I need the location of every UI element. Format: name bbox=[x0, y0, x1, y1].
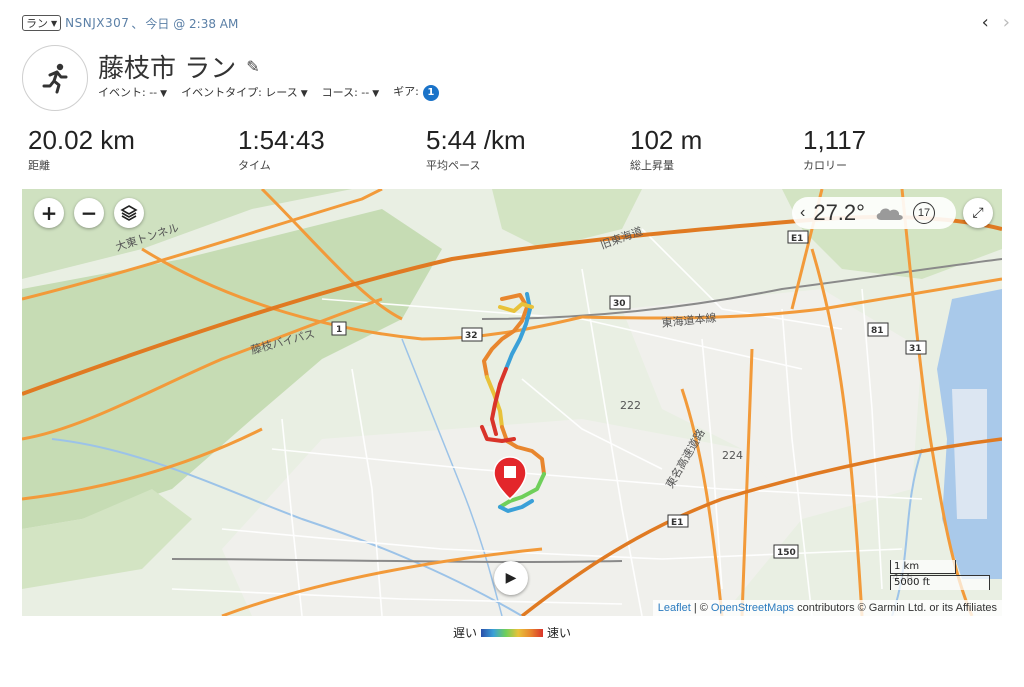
stat-label: タイム bbox=[238, 159, 271, 172]
caret-down-icon: ▼ bbox=[372, 88, 380, 99]
activity-type-select[interactable]: ラン ▼ bbox=[22, 15, 62, 31]
shield-route-150: 150 bbox=[777, 548, 796, 558]
zoom-out-button[interactable]: − bbox=[74, 198, 104, 228]
chevron-right-icon[interactable]: › bbox=[1003, 12, 1010, 33]
shield-route-e1-north: E1 bbox=[791, 234, 803, 244]
chevron-left-icon[interactable]: ‹ bbox=[800, 204, 805, 222]
stat-calories: 1,117 カロリー bbox=[803, 125, 866, 173]
stat-distance: 20.02 km 距離 bbox=[28, 125, 135, 173]
caret-down-icon: ▼ bbox=[300, 88, 308, 99]
activity-meta: イベント: -- ▼ イベントタイプ: レース ▼ コース: -- ▼ ギア: 1 bbox=[98, 83, 439, 101]
stat-label: 距離 bbox=[28, 159, 50, 172]
activity-datetime: 今日 @ 2:38 AM bbox=[145, 16, 239, 31]
activity-type-avatar bbox=[22, 45, 88, 111]
runner-icon bbox=[42, 63, 68, 94]
route-map[interactable]: 大東トンネル 藤枝バイパス 旧東海道 東海道本線 東名高速道路 222 224 … bbox=[22, 189, 1002, 616]
leaflet-link[interactable]: Leaflet bbox=[658, 602, 691, 614]
scale-metric: 1 km bbox=[890, 560, 956, 574]
stat-label: カロリー bbox=[803, 159, 847, 172]
fullscreen-button[interactable]: ⤢ bbox=[963, 198, 993, 228]
gear-field[interactable]: ギア: 1 bbox=[393, 83, 439, 101]
temperature: 27.2° bbox=[813, 200, 865, 225]
event-type-dropdown[interactable]: イベントタイプ: レース ▼ bbox=[181, 84, 308, 100]
activity-breadcrumb: ラン ▼ NSNJX307 、 今日 @ 2:38 AM bbox=[22, 14, 238, 32]
play-icon: ▶ bbox=[505, 570, 517, 586]
gear-count-badge[interactable]: 1 bbox=[422, 84, 439, 101]
osm-link[interactable]: OpenStreetMaps bbox=[711, 602, 794, 614]
stat-elevation-gain: 102 m 総上昇量 bbox=[630, 125, 702, 173]
stat-time: 1:54:43 タイム bbox=[238, 125, 325, 173]
map-scale: 1 km 5000 ft bbox=[890, 560, 990, 590]
scale-imperial: 5000 ft bbox=[890, 575, 990, 590]
shield-route-30: 30 bbox=[613, 299, 626, 309]
stat-value: 1:54:43 bbox=[238, 125, 325, 155]
activity-type-value: ラン bbox=[26, 17, 48, 30]
map-label-222: 222 bbox=[620, 399, 641, 412]
wind-speed-icon: 17 bbox=[912, 202, 935, 224]
map-label-224: 224 bbox=[722, 449, 743, 462]
shield-route-81: 81 bbox=[871, 326, 884, 336]
map-attribution: Leaflet | © OpenStreetMaps contributors … bbox=[652, 600, 1002, 616]
zoom-in-button[interactable]: + bbox=[34, 198, 64, 228]
route-segment bbox=[490, 367, 508, 436]
activity-title: 藤枝市 ラン ✎ bbox=[98, 48, 260, 85]
stat-value: 102 m bbox=[630, 125, 703, 155]
activity-navigation: ‹ › bbox=[982, 12, 1010, 33]
pace-legend: 遅い 速い bbox=[0, 624, 1024, 641]
activity-title-text[interactable]: 藤枝市 ラン bbox=[98, 48, 236, 85]
stat-label: 平均ペース bbox=[426, 159, 481, 172]
shield-route-32: 32 bbox=[465, 331, 478, 341]
shield-route-1: 1 bbox=[336, 325, 342, 335]
shield-route-e1: E1 bbox=[671, 518, 683, 528]
device-name[interactable]: NSNJX307 bbox=[65, 16, 129, 30]
pace-gradient bbox=[481, 628, 543, 637]
course-dropdown[interactable]: コース: -- ▼ bbox=[322, 84, 380, 100]
map-tiles[interactable]: 大東トンネル 藤枝バイパス 旧東海道 東海道本線 東名高速道路 222 224 … bbox=[22, 189, 1002, 616]
cloud-icon bbox=[876, 208, 903, 220]
stat-label: 総上昇量 bbox=[630, 159, 674, 172]
stat-value: 20.02 km bbox=[28, 125, 135, 155]
layers-button[interactable] bbox=[114, 198, 144, 228]
shield-route-31: 31 bbox=[909, 344, 922, 354]
chevron-down-icon: ▼ bbox=[51, 18, 58, 28]
play-button[interactable]: ▶ bbox=[494, 561, 528, 595]
stat-avg-pace: 5:44 /km 平均ペース bbox=[426, 125, 526, 173]
pencil-icon[interactable]: ✎ bbox=[246, 57, 259, 76]
weather-widget[interactable]: ‹ 27.2° 17 bbox=[792, 197, 956, 229]
layers-icon bbox=[120, 205, 138, 221]
stat-value: 5:44 /km bbox=[426, 125, 526, 155]
event-dropdown[interactable]: イベント: -- ▼ bbox=[98, 84, 167, 100]
expand-icon: ⤢ bbox=[972, 205, 984, 221]
legend-fast: 速い bbox=[547, 626, 572, 640]
separator: 、 bbox=[131, 16, 144, 31]
caret-down-icon: ▼ bbox=[160, 88, 168, 99]
stat-value: 1,117 bbox=[803, 125, 867, 155]
port bbox=[952, 389, 987, 519]
legend-slow: 遅い bbox=[452, 626, 477, 640]
chevron-left-icon[interactable]: ‹ bbox=[982, 12, 989, 33]
